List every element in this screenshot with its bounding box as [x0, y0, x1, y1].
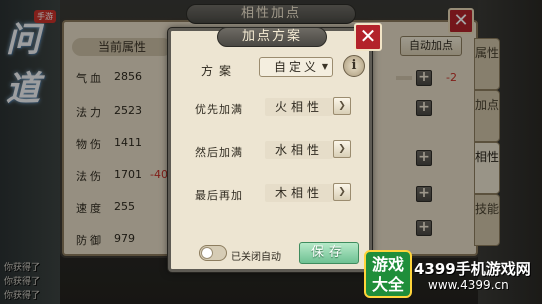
priority-1-label: 优先加满	[195, 103, 243, 116]
chevron-down-icon[interactable]: ❯	[333, 97, 351, 115]
priority-1-value: 火相性	[265, 98, 333, 116]
watermark-logo: 游戏 大全	[364, 250, 412, 298]
priority-2-value: 水相性	[265, 141, 333, 159]
save-button[interactable]: 保存	[299, 242, 359, 264]
watermark-badge-line1: 游戏	[371, 255, 404, 274]
scheme-label: 方案	[201, 64, 238, 78]
priority-3-label: 最后再加	[195, 189, 243, 202]
dialog-close-button[interactable]: ✕	[354, 23, 382, 51]
game-scene: 问道 手游 相性加点 ✕ 当前属性 自动加点 气血 2856 法力 2523 物…	[0, 0, 542, 304]
priority-2-label: 然后加满	[195, 146, 243, 159]
dropdown-arrow-icon: ▼	[321, 62, 328, 71]
info-icon[interactable]: i	[343, 55, 365, 77]
scheme-select[interactable]: 自定义 ▼	[259, 57, 333, 77]
watermark-url: www.4399.cn	[428, 278, 509, 292]
dialog-title: 加点方案	[217, 27, 327, 47]
watermark-badge-line2: 大全	[371, 275, 404, 294]
watermark-text: 4399手机游戏网	[414, 260, 531, 278]
chevron-down-icon[interactable]: ❯	[333, 183, 351, 201]
chevron-down-icon[interactable]: ❯	[333, 140, 351, 158]
auto-toggle-label: 已关闭自动	[231, 252, 281, 263]
auto-toggle[interactable]	[199, 245, 227, 261]
point-scheme-dialog: 加点方案 ✕ 方案 自定义 ▼ i 优先加满 火相性 ❯ 然后加满 水相性 ❯ …	[168, 23, 382, 272]
toggle-knob	[201, 247, 213, 259]
priority-3-value: 木相性	[265, 184, 333, 202]
scheme-value: 自定义	[274, 60, 320, 74]
